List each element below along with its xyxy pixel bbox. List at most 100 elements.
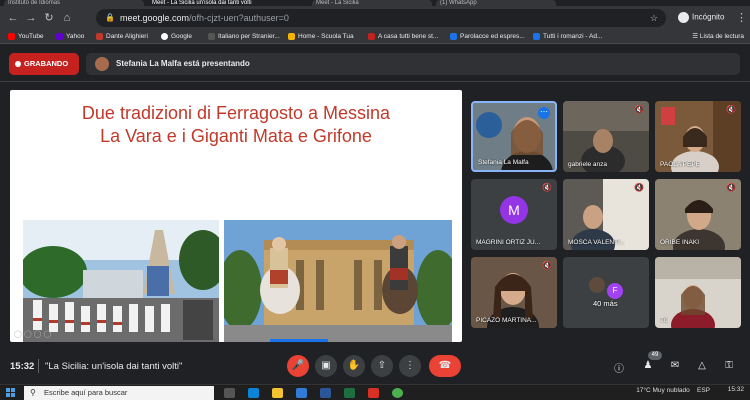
- participant-name: Stefania La Malfa: [478, 159, 529, 166]
- presentation-slide: Due tradizioni di Ferragosto a Messina L…: [10, 90, 462, 342]
- file-explorer-icon[interactable]: [272, 388, 283, 398]
- bookmark-label: Parolacce ed espres...: [460, 33, 525, 40]
- lock-icon: 🔒: [105, 13, 115, 22]
- participant-tile[interactable]: M 🔇 MAGRINI ORTIZ JU...: [471, 179, 557, 250]
- bookmarks-bar: YouTube Yahoo Dante Alighieri Google Ita…: [0, 30, 750, 44]
- mail-icon[interactable]: [296, 388, 307, 398]
- record-dot-icon: [15, 61, 21, 67]
- giganti-mata-grifone-image: [224, 220, 452, 342]
- bookmark-parolacce[interactable]: Parolacce ed espres...: [450, 30, 525, 43]
- address-bar[interactable]: 🔒 meet.google.com/ofh-cjzt-uen?authuser=…: [96, 9, 666, 27]
- hand-icon: ✋: [347, 360, 361, 371]
- participant-tile[interactable]: 🔇 PICAZO MARTINA...: [471, 257, 557, 328]
- vara-procession-image: [23, 220, 219, 342]
- task-view-icon[interactable]: [224, 388, 235, 398]
- activities-icon[interactable]: △: [695, 360, 709, 371]
- windows-start-icon[interactable]: [6, 388, 16, 398]
- omnibox-row: ← → ↻ ⌂ 🔒 meet.google.com/ofh-cjzt-uen?a…: [0, 6, 750, 30]
- scuola-icon: [288, 32, 295, 40]
- movie-icon: [368, 32, 375, 40]
- word-icon[interactable]: [320, 388, 331, 398]
- powerpoint-icon[interactable]: [368, 388, 379, 398]
- mic-off-icon: 🔇: [634, 105, 644, 114]
- system-clock[interactable]: 15:32: [728, 386, 744, 393]
- mic-toggle-button[interactable]: 🎤: [287, 355, 309, 377]
- search-icon: ⚲: [30, 388, 36, 397]
- leave-call-button[interactable]: ☎: [429, 355, 461, 377]
- taskbar-search-input[interactable]: ⚲ Escribe aquí para buscar: [24, 386, 214, 400]
- slide-title-line1: Due tradizioni di Ferragosto a Messina: [81, 103, 391, 123]
- reading-list[interactable]: ☰ Lista de lectura: [692, 30, 744, 43]
- slide-controls[interactable]: ◯◯◯◯: [14, 330, 53, 338]
- bookmark-yahoo[interactable]: Yahoo: [56, 30, 84, 43]
- system-tray[interactable]: 17°C Muy nublado ESP: [636, 387, 710, 394]
- browser-menu-icon[interactable]: ⋮: [736, 11, 747, 24]
- participant-tile[interactable]: 🔇 ORIBE IÑAKI: [655, 179, 741, 250]
- home-icon[interactable]: ⌂: [60, 11, 74, 25]
- more-participants-avatars: F: [589, 277, 623, 299]
- self-label: Tú: [660, 317, 668, 324]
- bookmark-label: Dante Alighieri: [106, 33, 148, 40]
- more-participants-tile[interactable]: F 40 más: [563, 257, 649, 328]
- meet-controls-bar: 15:32 "La Sicilia: un'isola dai tanti vo…: [0, 350, 750, 384]
- bookmark-label: Yahoo: [66, 33, 85, 40]
- edge-icon[interactable]: [248, 388, 259, 398]
- self-tile[interactable]: Tú: [655, 257, 741, 328]
- excel-icon[interactable]: [344, 388, 355, 398]
- more-options-icon[interactable]: ⋯: [538, 107, 550, 119]
- host-controls-icon[interactable]: ⚿: [722, 360, 736, 371]
- bookmark-label: Google: [171, 33, 192, 40]
- participant-tile[interactable]: ⋯ Stefania La Malfa: [471, 101, 557, 172]
- bookmark-google[interactable]: Google: [161, 30, 192, 43]
- reload-icon[interactable]: ↻: [42, 11, 56, 25]
- mic-off-icon: 🔇: [726, 105, 736, 114]
- language-indicator: ESP: [696, 387, 710, 394]
- bookmark-italiano[interactable]: Italiano per Stranier...: [208, 30, 280, 43]
- youtube-icon: [8, 32, 15, 40]
- recording-badge[interactable]: GRABANDO: [9, 53, 79, 75]
- participant-tile[interactable]: 🔇 gabriele anza: [563, 101, 649, 172]
- bookmark-star-icon[interactable]: ☆: [650, 9, 658, 27]
- forward-icon[interactable]: →: [24, 11, 38, 25]
- more-vert-icon: ⋮: [405, 360, 415, 371]
- mic-off-icon: 🎤: [291, 360, 305, 371]
- bookmark-youtube[interactable]: YouTube: [8, 30, 44, 43]
- back-icon[interactable]: ←: [6, 11, 20, 25]
- meeting-name: "La Sicilia: un'isola dai tanti volti": [45, 361, 183, 372]
- presenter-avatar: [95, 57, 109, 71]
- participant-name: ORIBE IÑAKI: [660, 239, 700, 246]
- more-options-button[interactable]: ⋮: [399, 355, 421, 377]
- reading-list-icon: ☰: [692, 33, 700, 40]
- participant-tile[interactable]: 🔇 MOSCA VALENTI...: [563, 179, 649, 250]
- bookmark-label: Tutti i romanzi - Ad...: [543, 33, 603, 40]
- raise-hand-button[interactable]: ✋: [343, 355, 365, 377]
- camera-toggle-button[interactable]: ▣: [315, 355, 337, 377]
- slide-title-line2: La Vara e i Giganti Mata e Grifone: [100, 126, 372, 146]
- recording-label: GRABANDO: [24, 59, 69, 68]
- weather-text: 17°C Muy nublado: [636, 387, 690, 394]
- presenter-text: Stefania La Malfa está presentando: [116, 59, 250, 68]
- mic-off-icon: 🔇: [634, 183, 644, 192]
- bookmark-dante[interactable]: Dante Alighieri: [96, 30, 148, 43]
- participant-avatar: F: [607, 283, 623, 299]
- bookmark-acasa[interactable]: A casa tutti bene st...: [368, 30, 438, 43]
- clock-time: 15:32: [727, 386, 744, 393]
- mic-off-icon: 🔇: [726, 183, 736, 192]
- meeting-details-icon[interactable]: ⓘ: [612, 360, 626, 375]
- bookmark-scuola[interactable]: Home - Scuola Tua: [288, 30, 354, 43]
- present-button[interactable]: ⇧: [371, 355, 393, 377]
- chrome-icon[interactable]: [392, 388, 403, 398]
- search-placeholder: Escribe aquí para buscar: [44, 388, 128, 397]
- more-participants-label: 40 más: [593, 299, 618, 308]
- incognito-icon: [678, 12, 689, 23]
- bookmark-label: YouTube: [18, 33, 44, 40]
- bookmark-romanzi[interactable]: Tutti i romanzi - Ad...: [533, 30, 602, 43]
- presenting-banner: Stefania La Malfa está presentando: [86, 53, 740, 75]
- chat-icon[interactable]: ✉: [668, 360, 682, 371]
- end-call-icon: ☎: [438, 360, 452, 371]
- incognito-indicator[interactable]: Incógnito: [678, 12, 724, 23]
- people-icon[interactable]: ♟: [641, 360, 655, 371]
- participant-tile[interactable]: 🔇 PAOLA PEPE: [655, 101, 741, 172]
- participant-avatar: [589, 277, 605, 293]
- slide-progress-bar: [270, 339, 328, 342]
